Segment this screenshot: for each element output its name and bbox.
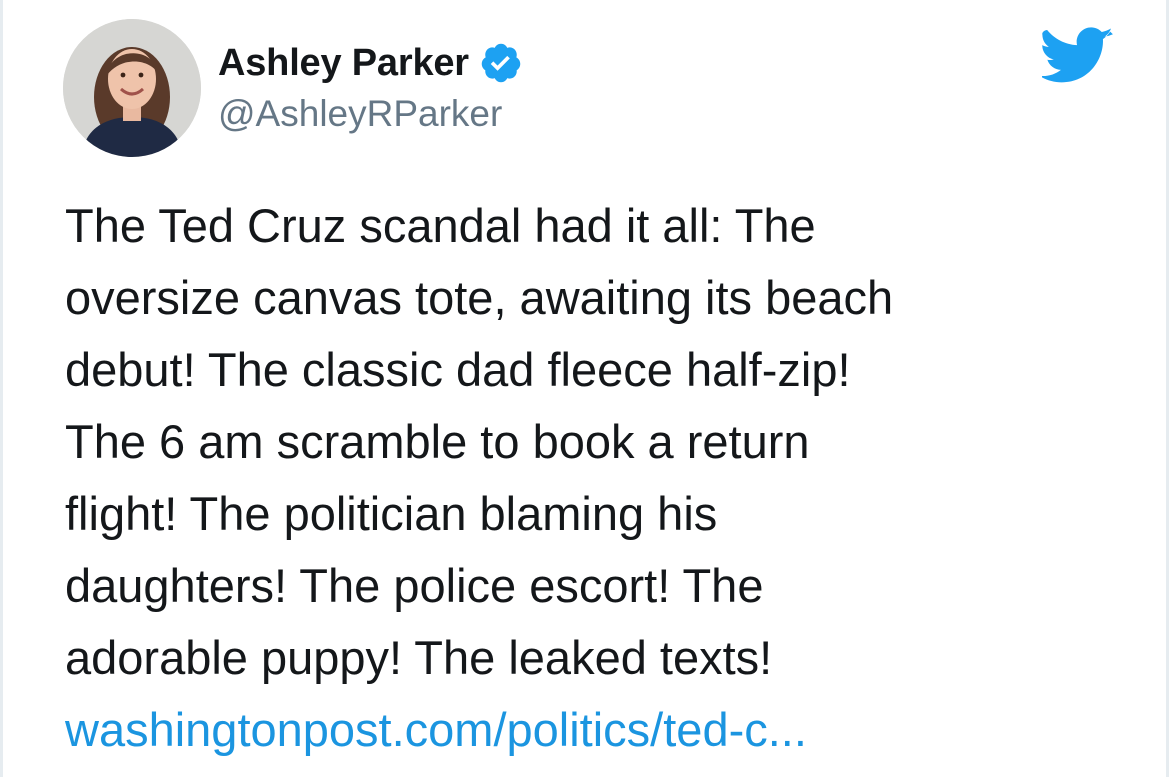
tweet-card: Ashley Parker @AshleyRParker The Ted Cru…: [0, 0, 1169, 777]
tweet-line: oversize canvas tote, awaiting its beach: [65, 271, 894, 324]
tweet-line: The 6 am scramble to book a return: [65, 415, 810, 468]
article-link[interactable]: washingtonpost.com/politics/ted-c...: [65, 703, 807, 756]
tweet-text: The Ted Cruz scandal had it all: The ove…: [65, 190, 1125, 766]
card-border-left: [0, 0, 3, 777]
twitter-bird-icon[interactable]: [1039, 27, 1114, 87]
tweet-line: daughters! The police escort! The: [65, 559, 764, 612]
profile-photo: [63, 19, 201, 157]
tweet-line: The Ted Cruz scandal had it all: The: [65, 199, 816, 252]
avatar[interactable]: [63, 19, 201, 157]
verified-badge-icon: [479, 41, 523, 85]
author-handle[interactable]: @AshleyRParker: [218, 93, 502, 135]
tweet-line: adorable puppy! The leaked texts!: [65, 631, 773, 684]
author-display-name[interactable]: Ashley Parker: [218, 42, 469, 85]
tweet-line: flight! The politician blaming his: [65, 487, 718, 540]
tweet-line: debut! The classic dad fleece half-zip!: [65, 343, 851, 396]
author-name-row: Ashley Parker: [218, 40, 523, 86]
